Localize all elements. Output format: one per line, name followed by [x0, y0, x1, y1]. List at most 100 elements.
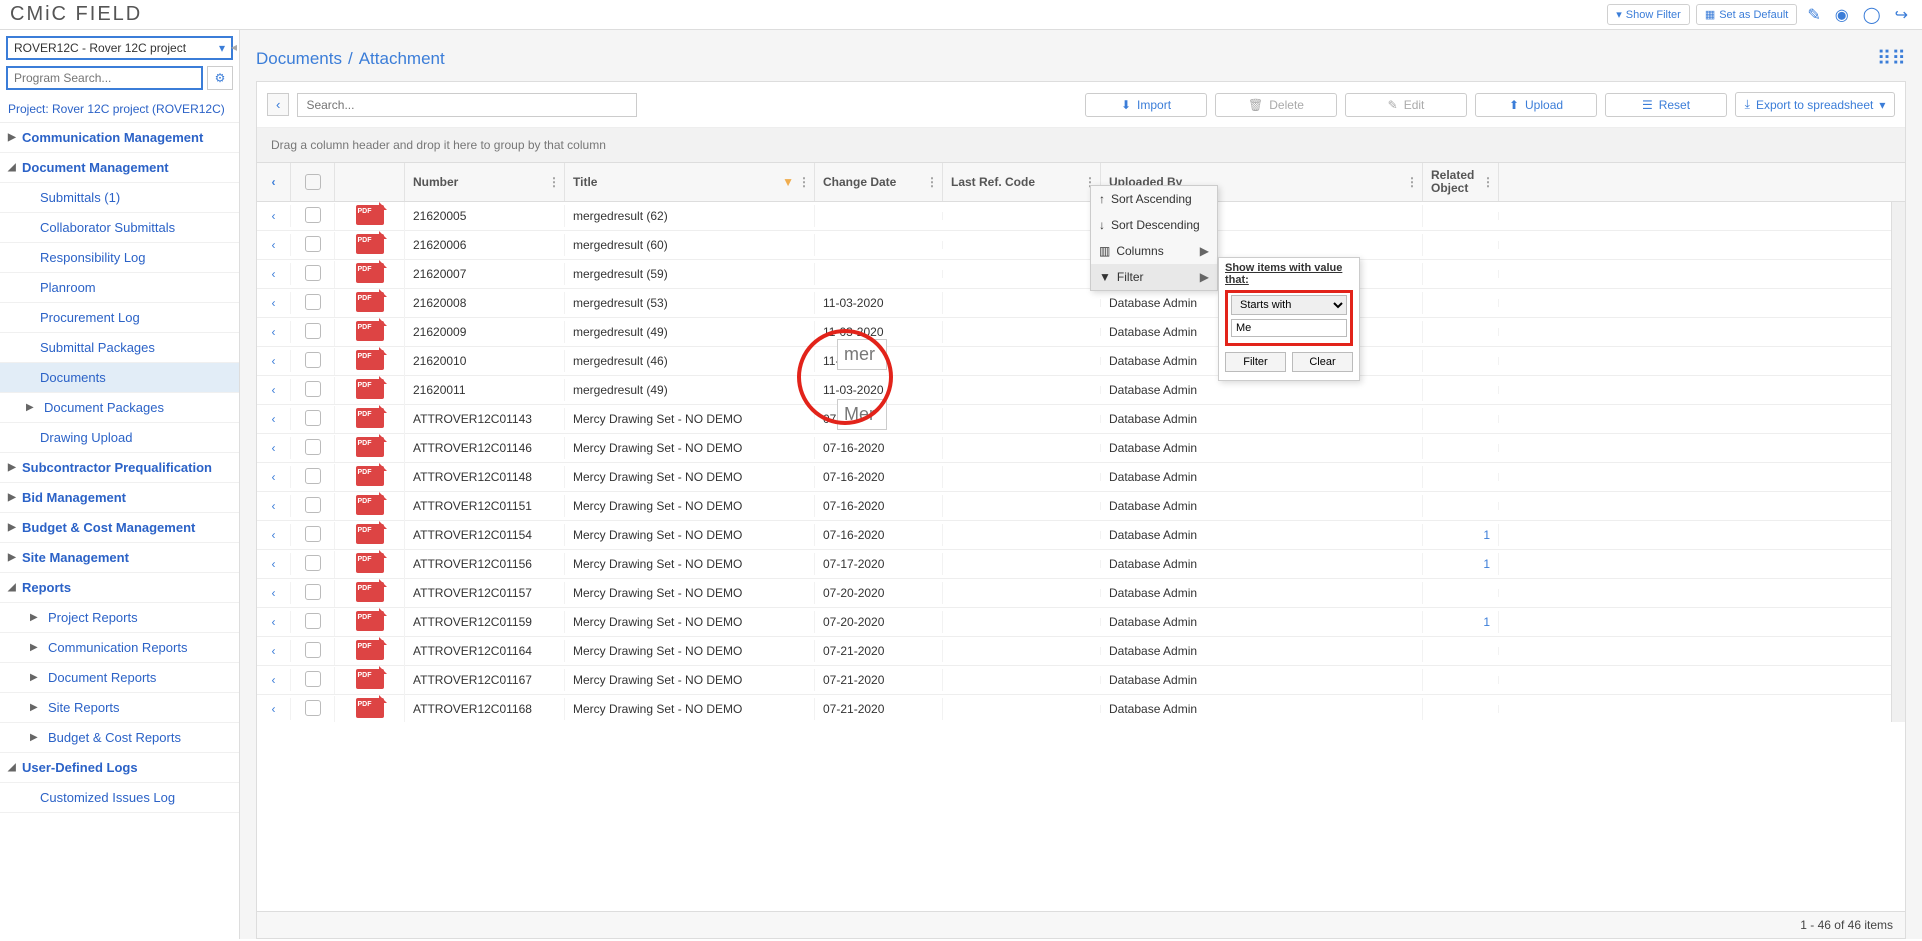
col-last-ref-header[interactable]: Last Ref. Code⋮	[943, 163, 1101, 201]
back-button[interactable]: ‹	[267, 93, 289, 116]
checkbox-icon[interactable]	[305, 497, 321, 513]
table-row[interactable]: ‹ATTROVER12C01143Mercy Drawing Set - NO …	[257, 405, 1891, 434]
row-file-icon[interactable]	[335, 259, 405, 290]
checkbox-icon[interactable]	[305, 352, 321, 368]
nav-budget-cost[interactable]: ▶Budget & Cost Management	[0, 513, 239, 543]
row-checkbox[interactable]	[291, 348, 335, 375]
checkbox-icon[interactable]	[305, 584, 321, 600]
row-expand[interactable]: ‹	[257, 408, 291, 430]
sidebar-item-planroom[interactable]: Planroom	[0, 273, 239, 303]
sidebar-item-document-reports[interactable]: ▶Document Reports	[0, 663, 239, 693]
col-title-header[interactable]: Title▼⋮	[565, 163, 815, 201]
row-expand[interactable]: ‹	[257, 263, 291, 285]
row-file-icon[interactable]	[335, 491, 405, 522]
sidebar-item-collaborator-submittals[interactable]: Collaborator Submittals	[0, 213, 239, 243]
row-related[interactable]: 1	[1423, 524, 1499, 546]
row-related[interactable]	[1423, 270, 1499, 278]
grid-search-input[interactable]	[297, 93, 637, 117]
sidebar-item-submittals-1-[interactable]: Submittals (1)	[0, 183, 239, 213]
checkbox-icon[interactable]	[305, 294, 321, 310]
row-related[interactable]	[1423, 676, 1499, 684]
nav-reports[interactable]: ◢Reports	[0, 573, 239, 603]
row-file-icon[interactable]	[335, 346, 405, 377]
program-search-input[interactable]	[6, 66, 203, 90]
table-row[interactable]: ‹21620008mergedresult (53)11-03-2020Data…	[257, 289, 1891, 318]
row-checkbox[interactable]	[291, 232, 335, 259]
row-expand[interactable]: ‹	[257, 698, 291, 720]
row-file-icon[interactable]	[335, 636, 405, 667]
nav-subcontractor-prequal[interactable]: ▶Subcontractor Prequalification	[0, 453, 239, 483]
row-expand[interactable]: ‹	[257, 640, 291, 662]
row-related[interactable]	[1423, 415, 1499, 423]
table-row[interactable]: ‹21620010mergedresult (46)11-03-2020Data…	[257, 347, 1891, 376]
row-related[interactable]	[1423, 299, 1499, 307]
row-expand[interactable]: ‹	[257, 669, 291, 691]
checkbox-icon[interactable]	[305, 174, 321, 190]
checkbox-icon[interactable]	[305, 613, 321, 629]
row-expand[interactable]: ‹	[257, 234, 291, 256]
set-default-button[interactable]: ▦Set as Default	[1696, 4, 1798, 25]
table-row[interactable]: ‹ATTROVER12C01164Mercy Drawing Set - NO …	[257, 637, 1891, 666]
row-related[interactable]	[1423, 444, 1499, 452]
sidebar-item-drawing-upload[interactable]: Drawing Upload	[0, 423, 239, 453]
row-checkbox[interactable]	[291, 377, 335, 404]
sidebar-item-site-reports[interactable]: ▶Site Reports	[0, 693, 239, 723]
row-checkbox[interactable]	[291, 290, 335, 317]
filter-item[interactable]: ▼Filter▶	[1091, 264, 1217, 290]
row-related[interactable]	[1423, 473, 1499, 481]
col-expand-header[interactable]: ‹	[257, 163, 291, 201]
table-row[interactable]: ‹21620009mergedresult (49)11-03-2020Data…	[257, 318, 1891, 347]
col-change-date-header[interactable]: Change Date⋮	[815, 163, 943, 201]
sidebar-item-customized-issues-log[interactable]: Customized Issues Log	[0, 783, 239, 813]
row-checkbox[interactable]	[291, 203, 335, 230]
row-file-icon[interactable]	[335, 288, 405, 319]
sidebar-item-communication-reports[interactable]: ▶Communication Reports	[0, 633, 239, 663]
upload-button[interactable]: ⬆Upload	[1475, 93, 1597, 117]
row-file-icon[interactable]	[335, 578, 405, 609]
row-related[interactable]	[1423, 241, 1499, 249]
row-file-icon[interactable]	[335, 607, 405, 638]
nav-document-management[interactable]: ◢Document Management	[0, 153, 239, 183]
row-checkbox[interactable]	[291, 319, 335, 346]
row-expand[interactable]: ‹	[257, 466, 291, 488]
apps-grid-icon[interactable]: ⠿⠿	[1877, 46, 1906, 71]
row-related[interactable]	[1423, 705, 1499, 713]
col-related-header[interactable]: Related Object⋮	[1423, 163, 1499, 201]
row-expand[interactable]: ‹	[257, 553, 291, 575]
row-expand[interactable]: ‹	[257, 379, 291, 401]
user-icon[interactable]: ◉	[1831, 5, 1853, 25]
row-file-icon[interactable]	[335, 665, 405, 696]
table-row[interactable]: ‹ATTROVER12C01168Mercy Drawing Set - NO …	[257, 695, 1891, 722]
row-file-icon[interactable]	[335, 202, 405, 232]
table-row[interactable]: ‹ATTROVER12C01157Mercy Drawing Set - NO …	[257, 579, 1891, 608]
row-related[interactable]: 1	[1423, 611, 1499, 633]
row-related[interactable]	[1423, 647, 1499, 655]
checkbox-icon[interactable]	[305, 671, 321, 687]
table-row[interactable]: ‹ATTROVER12C01146Mercy Drawing Set - NO …	[257, 434, 1891, 463]
filter-clear-button[interactable]: Clear	[1292, 352, 1353, 372]
sidebar-item-responsibility-log[interactable]: Responsibility Log	[0, 243, 239, 273]
project-label[interactable]: Project: Rover 12C project (ROVER12C)	[0, 96, 239, 123]
edit-icon[interactable]: ✎	[1803, 5, 1824, 25]
nav-user-defined-logs[interactable]: ◢User-Defined Logs	[0, 753, 239, 783]
sidebar-item-documents[interactable]: Documents	[0, 363, 239, 393]
row-checkbox[interactable]	[291, 261, 335, 288]
col-number-header[interactable]: Number⋮	[405, 163, 565, 201]
row-expand[interactable]: ‹	[257, 611, 291, 633]
group-by-hint[interactable]: Drag a column header and drop it here to…	[257, 128, 1905, 163]
row-checkbox[interactable]	[291, 435, 335, 462]
col-check-header[interactable]	[291, 163, 335, 201]
columns-item[interactable]: ▥Columns▶	[1091, 238, 1217, 264]
table-row[interactable]: ‹ATTROVER12C01167Mercy Drawing Set - NO …	[257, 666, 1891, 695]
reset-button[interactable]: ☰Reset	[1605, 93, 1727, 117]
table-row[interactable]: ‹21620011mergedresult (49)11-03-2020Data…	[257, 376, 1891, 405]
filter-operator-select[interactable]: Starts with	[1231, 295, 1347, 315]
row-related[interactable]	[1423, 357, 1499, 365]
row-expand[interactable]: ‹	[257, 321, 291, 343]
checkbox-icon[interactable]	[305, 439, 321, 455]
vertical-scrollbar[interactable]	[1891, 202, 1905, 722]
checkbox-icon[interactable]	[305, 700, 321, 716]
nav-bid-management[interactable]: ▶Bid Management	[0, 483, 239, 513]
row-expand[interactable]: ‹	[257, 205, 291, 227]
breadcrumb-documents[interactable]: Documents	[256, 49, 342, 69]
